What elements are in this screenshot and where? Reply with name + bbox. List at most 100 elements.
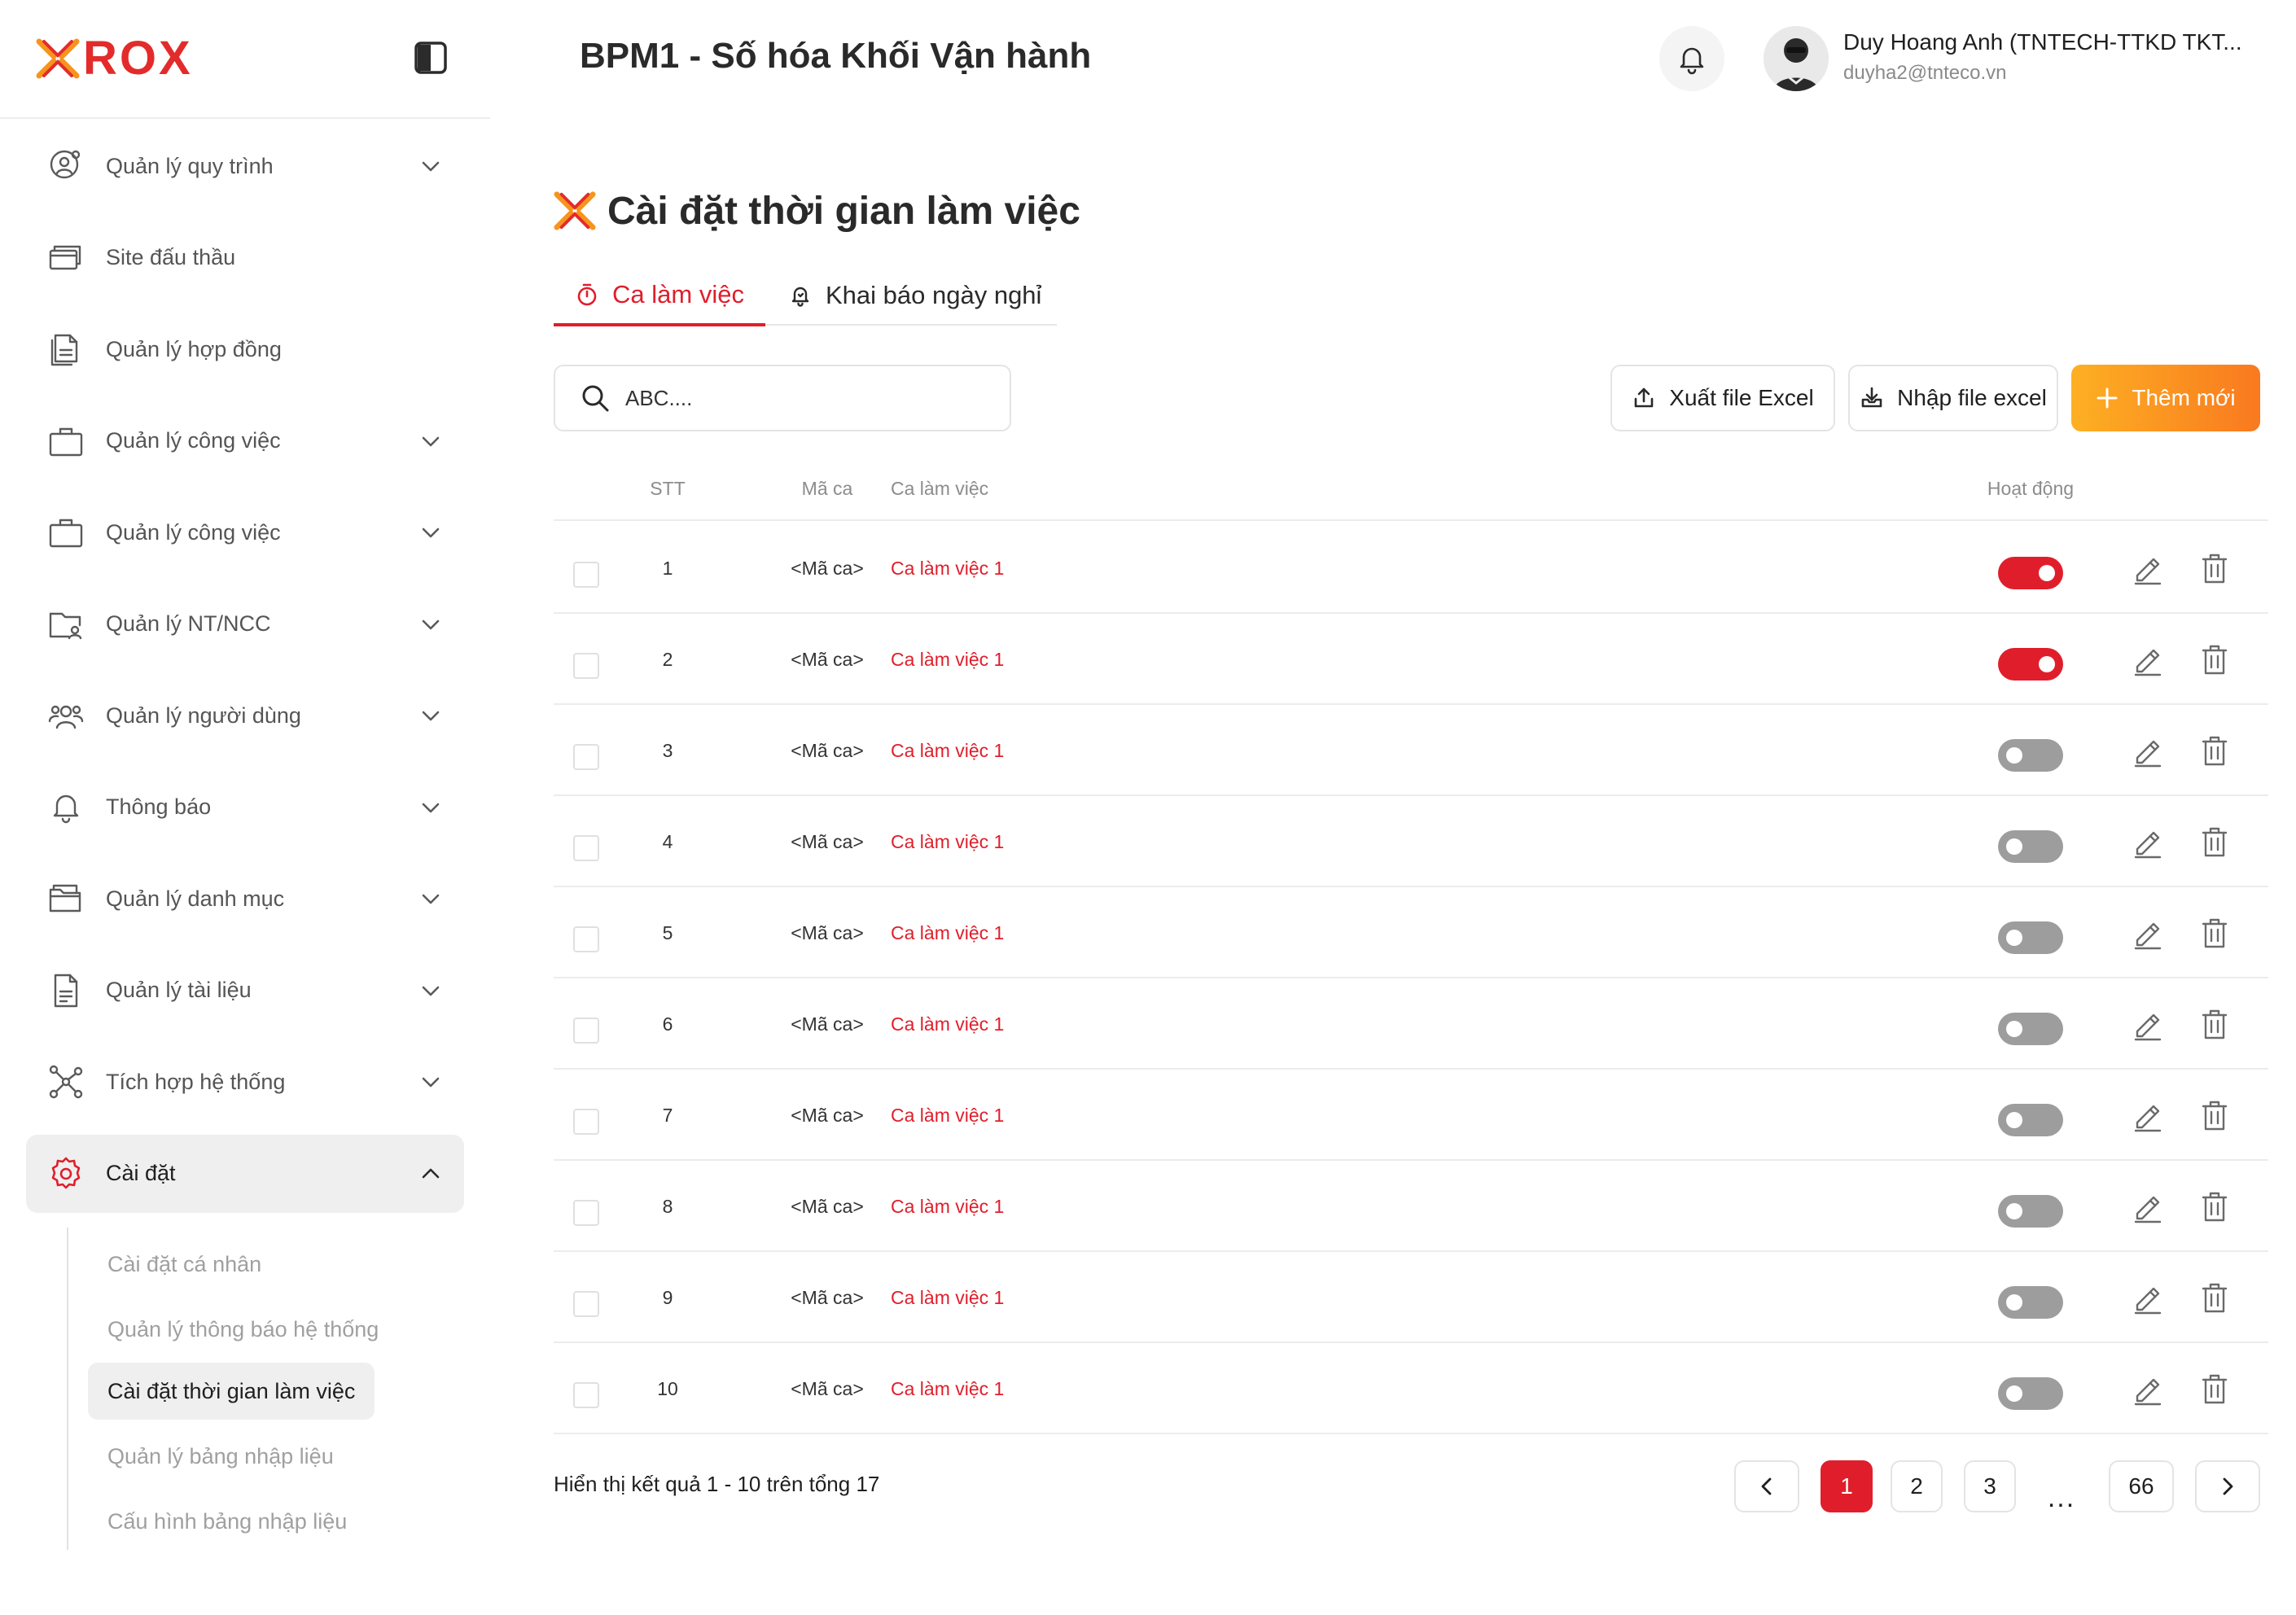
edit-button[interactable] xyxy=(2128,550,2167,589)
sidebar-item-8[interactable]: Thông báo xyxy=(26,768,464,847)
chevron-down-icon[interactable] xyxy=(418,978,443,1003)
edit-button[interactable] xyxy=(2128,1188,2167,1228)
column-code[interactable]: Mã ca xyxy=(743,456,912,521)
active-toggle[interactable] xyxy=(1998,739,2063,772)
sidebar-item-2[interactable]: Site đấu thầu xyxy=(26,219,464,297)
users-icon xyxy=(47,697,85,734)
table-row: 10 <Mã ca> Ca làm việc 1 xyxy=(554,1343,2268,1434)
cell-shift-link[interactable]: Ca làm việc 1 xyxy=(891,523,1004,614)
edit-button[interactable] xyxy=(2128,641,2167,681)
active-toggle[interactable] xyxy=(1998,830,2063,863)
cell-shift-link[interactable]: Ca làm việc 1 xyxy=(891,1070,1004,1161)
pencil-icon xyxy=(2131,1007,2165,1045)
cell-shift-link[interactable]: Ca làm việc 1 xyxy=(891,614,1004,705)
sidebar-item-3[interactable]: Quản lý hợp đồng xyxy=(26,310,464,388)
edit-button[interactable] xyxy=(2128,915,2167,954)
submenu-item-2[interactable]: Quản lý thông báo hệ thống xyxy=(88,1301,398,1358)
submenu-item-5[interactable]: Cấu hình bảng nhập liệu xyxy=(88,1493,366,1550)
active-toggle[interactable] xyxy=(1998,648,2063,681)
cell-shift-link[interactable]: Ca làm việc 1 xyxy=(891,1343,1004,1434)
page-button-2[interactable]: 2 xyxy=(1891,1460,1943,1512)
chevron-down-icon[interactable] xyxy=(418,612,443,637)
sidebar-toggle-button[interactable] xyxy=(414,41,448,75)
tab-ca-lam-viec[interactable]: Ca làm việc xyxy=(554,265,765,326)
sidebar-item-5[interactable]: Quản lý công việc xyxy=(26,493,464,571)
cell-shift-link[interactable]: Ca làm việc 1 xyxy=(891,796,1004,887)
toggle-knob xyxy=(2006,838,2022,855)
active-toggle[interactable] xyxy=(1998,557,2063,589)
chevron-up-icon[interactable] xyxy=(418,1162,443,1186)
page-button-1[interactable]: 1 xyxy=(1821,1460,1873,1512)
submenu-item-3[interactable]: Cài đặt thời gian làm việc xyxy=(88,1363,375,1420)
cell-shift-link[interactable]: Ca làm việc 1 xyxy=(891,1161,1004,1252)
delete-button[interactable] xyxy=(2195,733,2234,772)
page-button-3[interactable]: 3 xyxy=(1964,1460,2016,1512)
active-toggle[interactable] xyxy=(1998,921,2063,954)
sidebar: ROX Quản lý quy trình Site đấu thầu Quản l… xyxy=(0,0,490,1615)
add-label: Thêm mới xyxy=(2132,385,2236,410)
sidebar-item-10[interactable]: Quản lý tài liệu xyxy=(26,952,464,1030)
page-title: Cài đặt thời gian làm việc xyxy=(554,184,1080,238)
toggle-knob xyxy=(2006,930,2022,946)
delete-button[interactable] xyxy=(2195,1188,2234,1228)
table-row: 6 <Mã ca> Ca làm việc 1 xyxy=(554,978,2268,1070)
submenu-item-1[interactable]: Cài đặt cá nhân xyxy=(88,1236,281,1293)
chevron-down-icon[interactable] xyxy=(418,886,443,911)
chevron-down-icon[interactable] xyxy=(418,154,443,178)
delete-button[interactable] xyxy=(2195,550,2234,589)
delete-button[interactable] xyxy=(2195,824,2234,863)
rox-logo[interactable]: ROX xyxy=(36,35,193,82)
cell-shift-link[interactable]: Ca làm việc 1 xyxy=(891,1252,1004,1343)
sidebar-item-12[interactable]: Cài đặt xyxy=(26,1134,464,1213)
delete-button[interactable] xyxy=(2195,641,2234,681)
export-excel-button[interactable]: Xuất file Excel xyxy=(1610,365,1835,431)
column-active[interactable]: Hoạt động xyxy=(1982,456,2079,521)
active-toggle[interactable] xyxy=(1998,1286,2063,1319)
delete-button[interactable] xyxy=(2195,1371,2234,1410)
chevron-down-icon[interactable] xyxy=(418,703,443,728)
cell-shift-link[interactable]: Ca làm việc 1 xyxy=(891,978,1004,1070)
chevron-down-icon[interactable] xyxy=(418,429,443,453)
tab-khai-bao-ngay-nghi[interactable]: Khai báo ngày nghỉ xyxy=(788,265,1041,326)
edit-button[interactable] xyxy=(2128,1371,2167,1410)
active-toggle[interactable] xyxy=(1998,1377,2063,1410)
chevron-down-icon[interactable] xyxy=(418,1070,443,1094)
edit-button[interactable] xyxy=(2128,824,2167,863)
add-new-button[interactable]: Thêm mới xyxy=(2071,365,2260,431)
delete-button[interactable] xyxy=(2195,915,2234,954)
sidebar-item-1[interactable]: Quản lý quy trình xyxy=(26,127,464,205)
delete-button[interactable] xyxy=(2195,1280,2234,1319)
import-excel-button[interactable]: Nhập file excel xyxy=(1848,365,2058,431)
sidebar-item-6[interactable]: Quản lý NT/NCC xyxy=(26,585,464,663)
chevron-down-icon[interactable] xyxy=(418,520,443,545)
edit-button[interactable] xyxy=(2128,733,2167,772)
trash-icon xyxy=(2197,1007,2232,1045)
page-button-last[interactable]: 66 xyxy=(2109,1460,2174,1512)
next-page-button[interactable] xyxy=(2195,1460,2260,1512)
edit-button[interactable] xyxy=(2128,1006,2167,1045)
submenu-item-4[interactable]: Quản lý bảng nhập liệu xyxy=(88,1428,353,1485)
edit-button[interactable] xyxy=(2128,1280,2167,1319)
active-toggle[interactable] xyxy=(1998,1013,2063,1045)
delete-button[interactable] xyxy=(2195,1006,2234,1045)
cell-shift-link[interactable]: Ca làm việc 1 xyxy=(891,887,1004,978)
column-shift[interactable]: Ca làm việc xyxy=(891,456,988,521)
active-toggle[interactable] xyxy=(1998,1104,2063,1136)
active-toggle[interactable] xyxy=(1998,1195,2063,1228)
search-input[interactable] xyxy=(625,385,984,411)
notification-button[interactable] xyxy=(1659,26,1724,91)
prev-page-button[interactable] xyxy=(1734,1460,1799,1512)
stopwatch-icon xyxy=(577,283,597,305)
edit-button[interactable] xyxy=(2128,1097,2167,1136)
bell-icon xyxy=(1680,47,1704,75)
pencil-icon xyxy=(2131,825,2165,863)
delete-button[interactable] xyxy=(2195,1097,2234,1136)
sidebar-item-4[interactable]: Quản lý công việc xyxy=(26,402,464,480)
sidebar-item-7[interactable]: Quản lý người dùng xyxy=(26,676,464,755)
sidebar-item-label: Quản lý NT/NCC xyxy=(106,611,271,636)
sidebar-item-9[interactable]: Quản lý danh mục xyxy=(26,860,464,938)
sidebar-item-11[interactable]: Tích hợp hệ thống xyxy=(26,1043,464,1121)
user-profile[interactable]: Duy Hoang Anh (TNTECH-TTKD TKT... duyha2… xyxy=(1764,24,2252,93)
chevron-down-icon[interactable] xyxy=(418,795,443,820)
cell-shift-link[interactable]: Ca làm việc 1 xyxy=(891,705,1004,796)
